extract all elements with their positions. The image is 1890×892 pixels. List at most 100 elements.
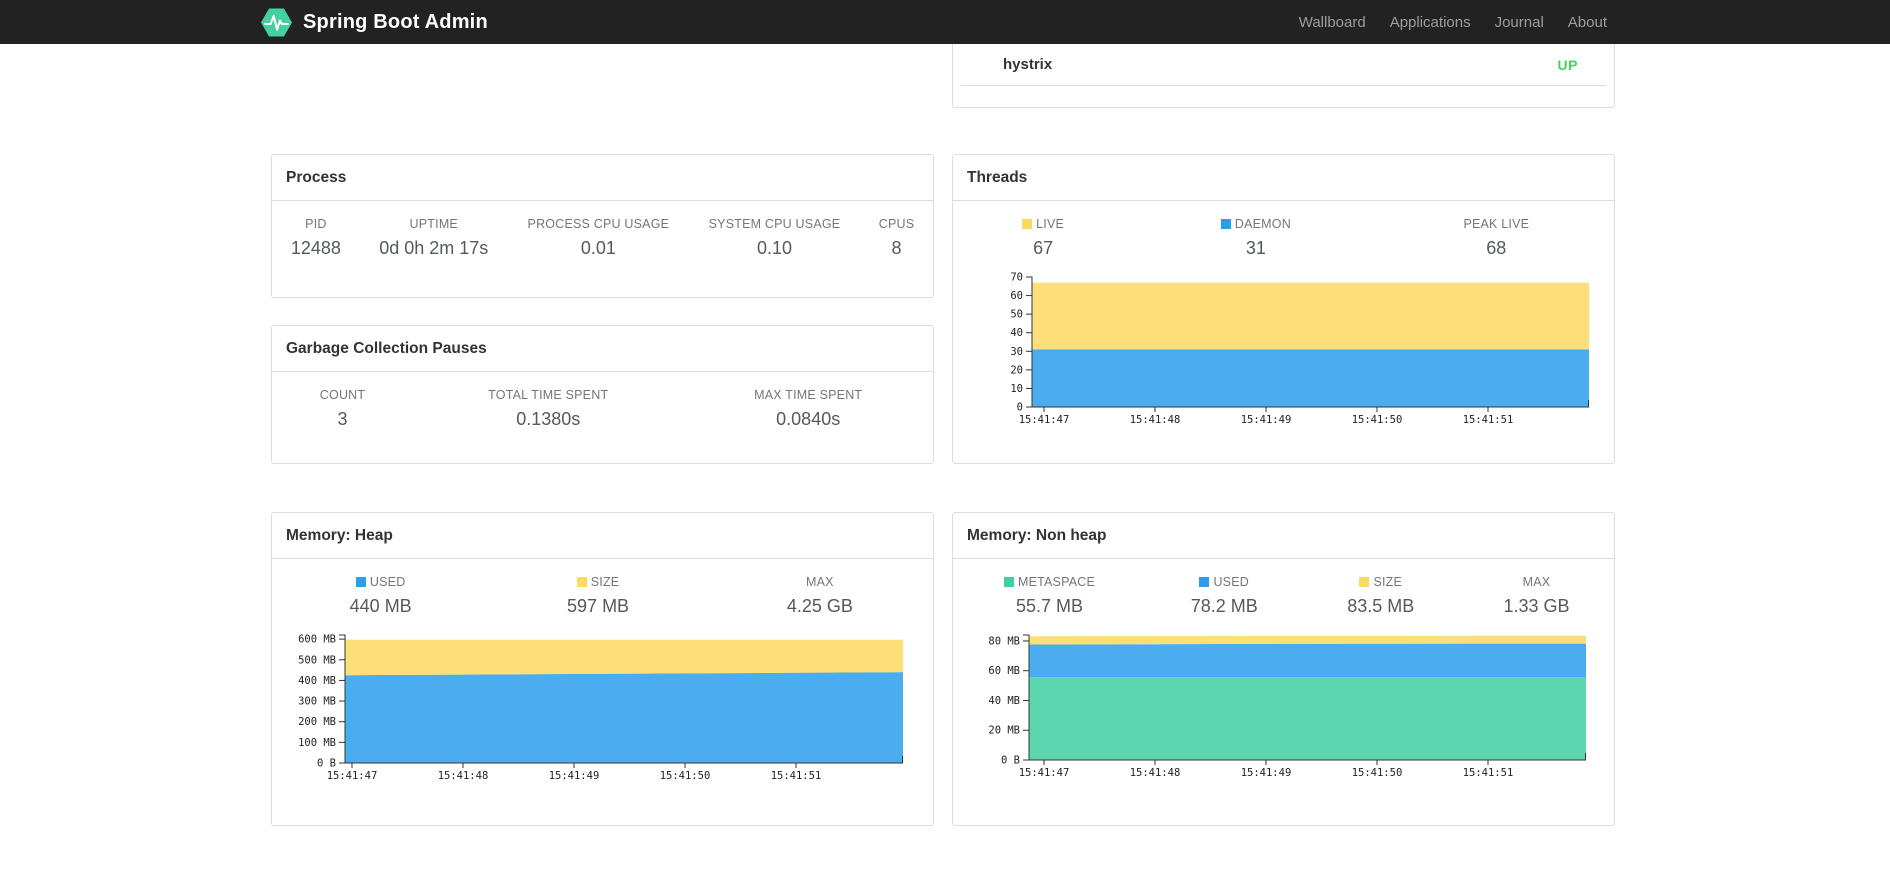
svg-text:80 MB: 80 MB [988,635,1020,647]
size-legend-swatch [1359,577,1370,587]
metaspace-legend-swatch [1003,577,1014,587]
metric-max-time-spent: MAX TIME SPENT 0.0840s [683,388,933,430]
service-name: hystrix [1003,56,1053,73]
svg-text:0 B: 0 B [1001,755,1020,767]
metric-value: 55.7 MB [1015,596,1083,616]
metric-uptime: UPTIME 0d 0h 2m 17s [360,217,508,259]
metric-value: 12488 [290,238,341,258]
svg-text:0 B: 0 B [317,758,336,770]
metric-label: PEAK LIVE [1463,217,1530,231]
memory-heap-chart: 0 B 100 MB 200 MB 300 MB 400 MB 500 MB 600 MB 1… [272,627,933,787]
threads-metrics: LIVE 67 DAEMON 31 PEAK LIVE 68 [953,217,1614,259]
svg-text:15:41:51: 15:41:51 [771,770,822,782]
metric-value: 78.2 MB [1190,596,1258,616]
metric-value: 3 [337,409,348,429]
metric-peak-live: PEAK LIVE 68 [1379,217,1614,259]
metric-label: CPUS [878,217,915,231]
metric-value: 1.33 GB [1503,596,1570,616]
svg-text:15:41:47: 15:41:47 [1019,767,1070,779]
metric-process-cpu-usage: PROCESS CPU USAGE 0.01 [508,217,689,259]
threads-chart: 0 10 20 30 40 50 60 70 15:41:47 15:41:48 15:41:49 1… [953,269,1614,431]
used-legend-swatch [355,577,366,587]
metric-value: 83.5 MB [1347,596,1415,616]
metric-heap-max: MAX 4.25 GB [707,575,933,617]
svg-text:15:41:51: 15:41:51 [1463,767,1514,779]
svg-text:200 MB: 200 MB [298,716,336,728]
metric-count: COUNT 3 [272,388,413,430]
row-divider [961,85,1606,86]
metric-heap-used: USED 440 MB [272,575,489,617]
svg-text:15:41:50: 15:41:50 [660,770,711,782]
gc-metrics: COUNT 3 TOTAL TIME SPENT 0.1380s MAX TIM… [272,388,933,430]
metric-value: 68 [1486,238,1507,258]
metric-label: SYSTEM CPU USAGE [708,217,841,231]
left-column: Process PID 12488 UPTIME 0d 0h 2m 17s PR… [271,44,934,826]
svg-text:60 MB: 60 MB [988,665,1020,677]
metric-metaspace: METASPACE 55.7 MB [953,575,1146,617]
metric-label-text: SIZE [1373,575,1403,589]
svg-text:15:41:48: 15:41:48 [1130,414,1181,426]
svg-text:15:41:48: 15:41:48 [1130,767,1181,779]
svg-text:15:41:47: 15:41:47 [327,770,378,782]
metric-label: SIZE [507,575,688,589]
metric-heap-size: SIZE 597 MB [489,575,706,617]
metric-cpus: CPUS 8 [860,217,933,259]
metric-label: LIVE [971,217,1115,231]
svg-text:10: 10 [1010,383,1023,395]
metric-label-text: DAEMON [1234,217,1291,231]
metric-label: MAX [806,575,834,589]
nav-item-applications[interactable]: Applications [1378,14,1483,31]
svg-text:40: 40 [1010,327,1023,339]
svg-text:15:41:49: 15:41:49 [1241,414,1292,426]
metric-value: 0.10 [756,238,792,258]
metric-label: METASPACE [971,575,1128,589]
metric-label: DAEMON [1151,217,1360,231]
metric-nonheap-used: USED 78.2 MB [1146,575,1303,617]
spring-boot-admin-logo-icon [261,8,292,36]
heap-metrics: USED 440 MB SIZE 597 MB MAX 4.25 GB [272,575,933,617]
size-legend-swatch [576,577,587,587]
memory-heap-card-title: Memory: Heap [272,513,933,559]
nav-item-wallboard[interactable]: Wallboard [1287,14,1378,31]
metric-value: 8 [891,238,902,258]
daemon-legend-swatch [1220,219,1231,229]
metric-value: 4.25 GB [786,596,853,616]
svg-text:15:41:50: 15:41:50 [1352,767,1403,779]
brand-title: Spring Boot Admin [303,10,488,33]
nav-links: Wallboard Applications Journal About [1287,14,1619,31]
metric-label: COUNT [319,388,366,402]
metric-label: USED [1164,575,1285,589]
garbage-collection-card: Garbage Collection Pauses COUNT 3 TOTAL … [271,325,934,464]
nav-item-journal[interactable]: Journal [1483,14,1556,31]
memory-nonheap-card: Memory: Non heap METASPACE 55.7 MB USED … [952,512,1615,826]
metric-daemon: DAEMON 31 [1133,217,1378,259]
svg-text:20 MB: 20 MB [988,725,1020,737]
metric-label: MAX [1522,575,1551,589]
svg-text:500 MB: 500 MB [298,654,336,666]
metric-value: 0.1380s [516,409,581,429]
svg-text:300 MB: 300 MB [298,696,336,708]
memory-heap-card: Memory: Heap USED 440 MB SIZE 597 MB MAX… [271,512,934,826]
svg-text:15:41:47: 15:41:47 [1019,414,1070,426]
metric-label: MAX TIME SPENT [754,388,863,402]
metric-label-text: LIVE [1036,217,1065,231]
svg-text:70: 70 [1010,272,1023,284]
svg-text:30: 30 [1010,346,1023,358]
nav-item-about[interactable]: About [1556,14,1619,31]
metric-nonheap-size: SIZE 83.5 MB [1302,575,1459,617]
svg-text:60: 60 [1010,290,1023,302]
svg-text:15:41:49: 15:41:49 [1241,767,1292,779]
svg-text:15:41:49: 15:41:49 [549,770,600,782]
brand-link[interactable]: Spring Boot Admin [259,7,488,38]
metric-label: SIZE [1320,575,1441,589]
metric-label: PID [305,217,327,231]
content: Process PID 12488 UPTIME 0d 0h 2m 17s PR… [271,44,1615,826]
nonheap-metrics: METASPACE 55.7 MB USED 78.2 MB SIZE 83.5… [953,575,1614,617]
threads-card-title: Threads [953,155,1614,201]
process-card-title: Process [272,155,933,201]
right-column: hystrix UP Threads LIVE 67 DAEMON 31 PEA… [952,44,1615,826]
navbar: Spring Boot Admin Wallboard Applications… [0,0,1890,44]
service-row-hystrix: hystrix UP [953,44,1614,85]
svg-text:600 MB: 600 MB [298,634,336,646]
svg-text:100 MB: 100 MB [298,737,336,749]
